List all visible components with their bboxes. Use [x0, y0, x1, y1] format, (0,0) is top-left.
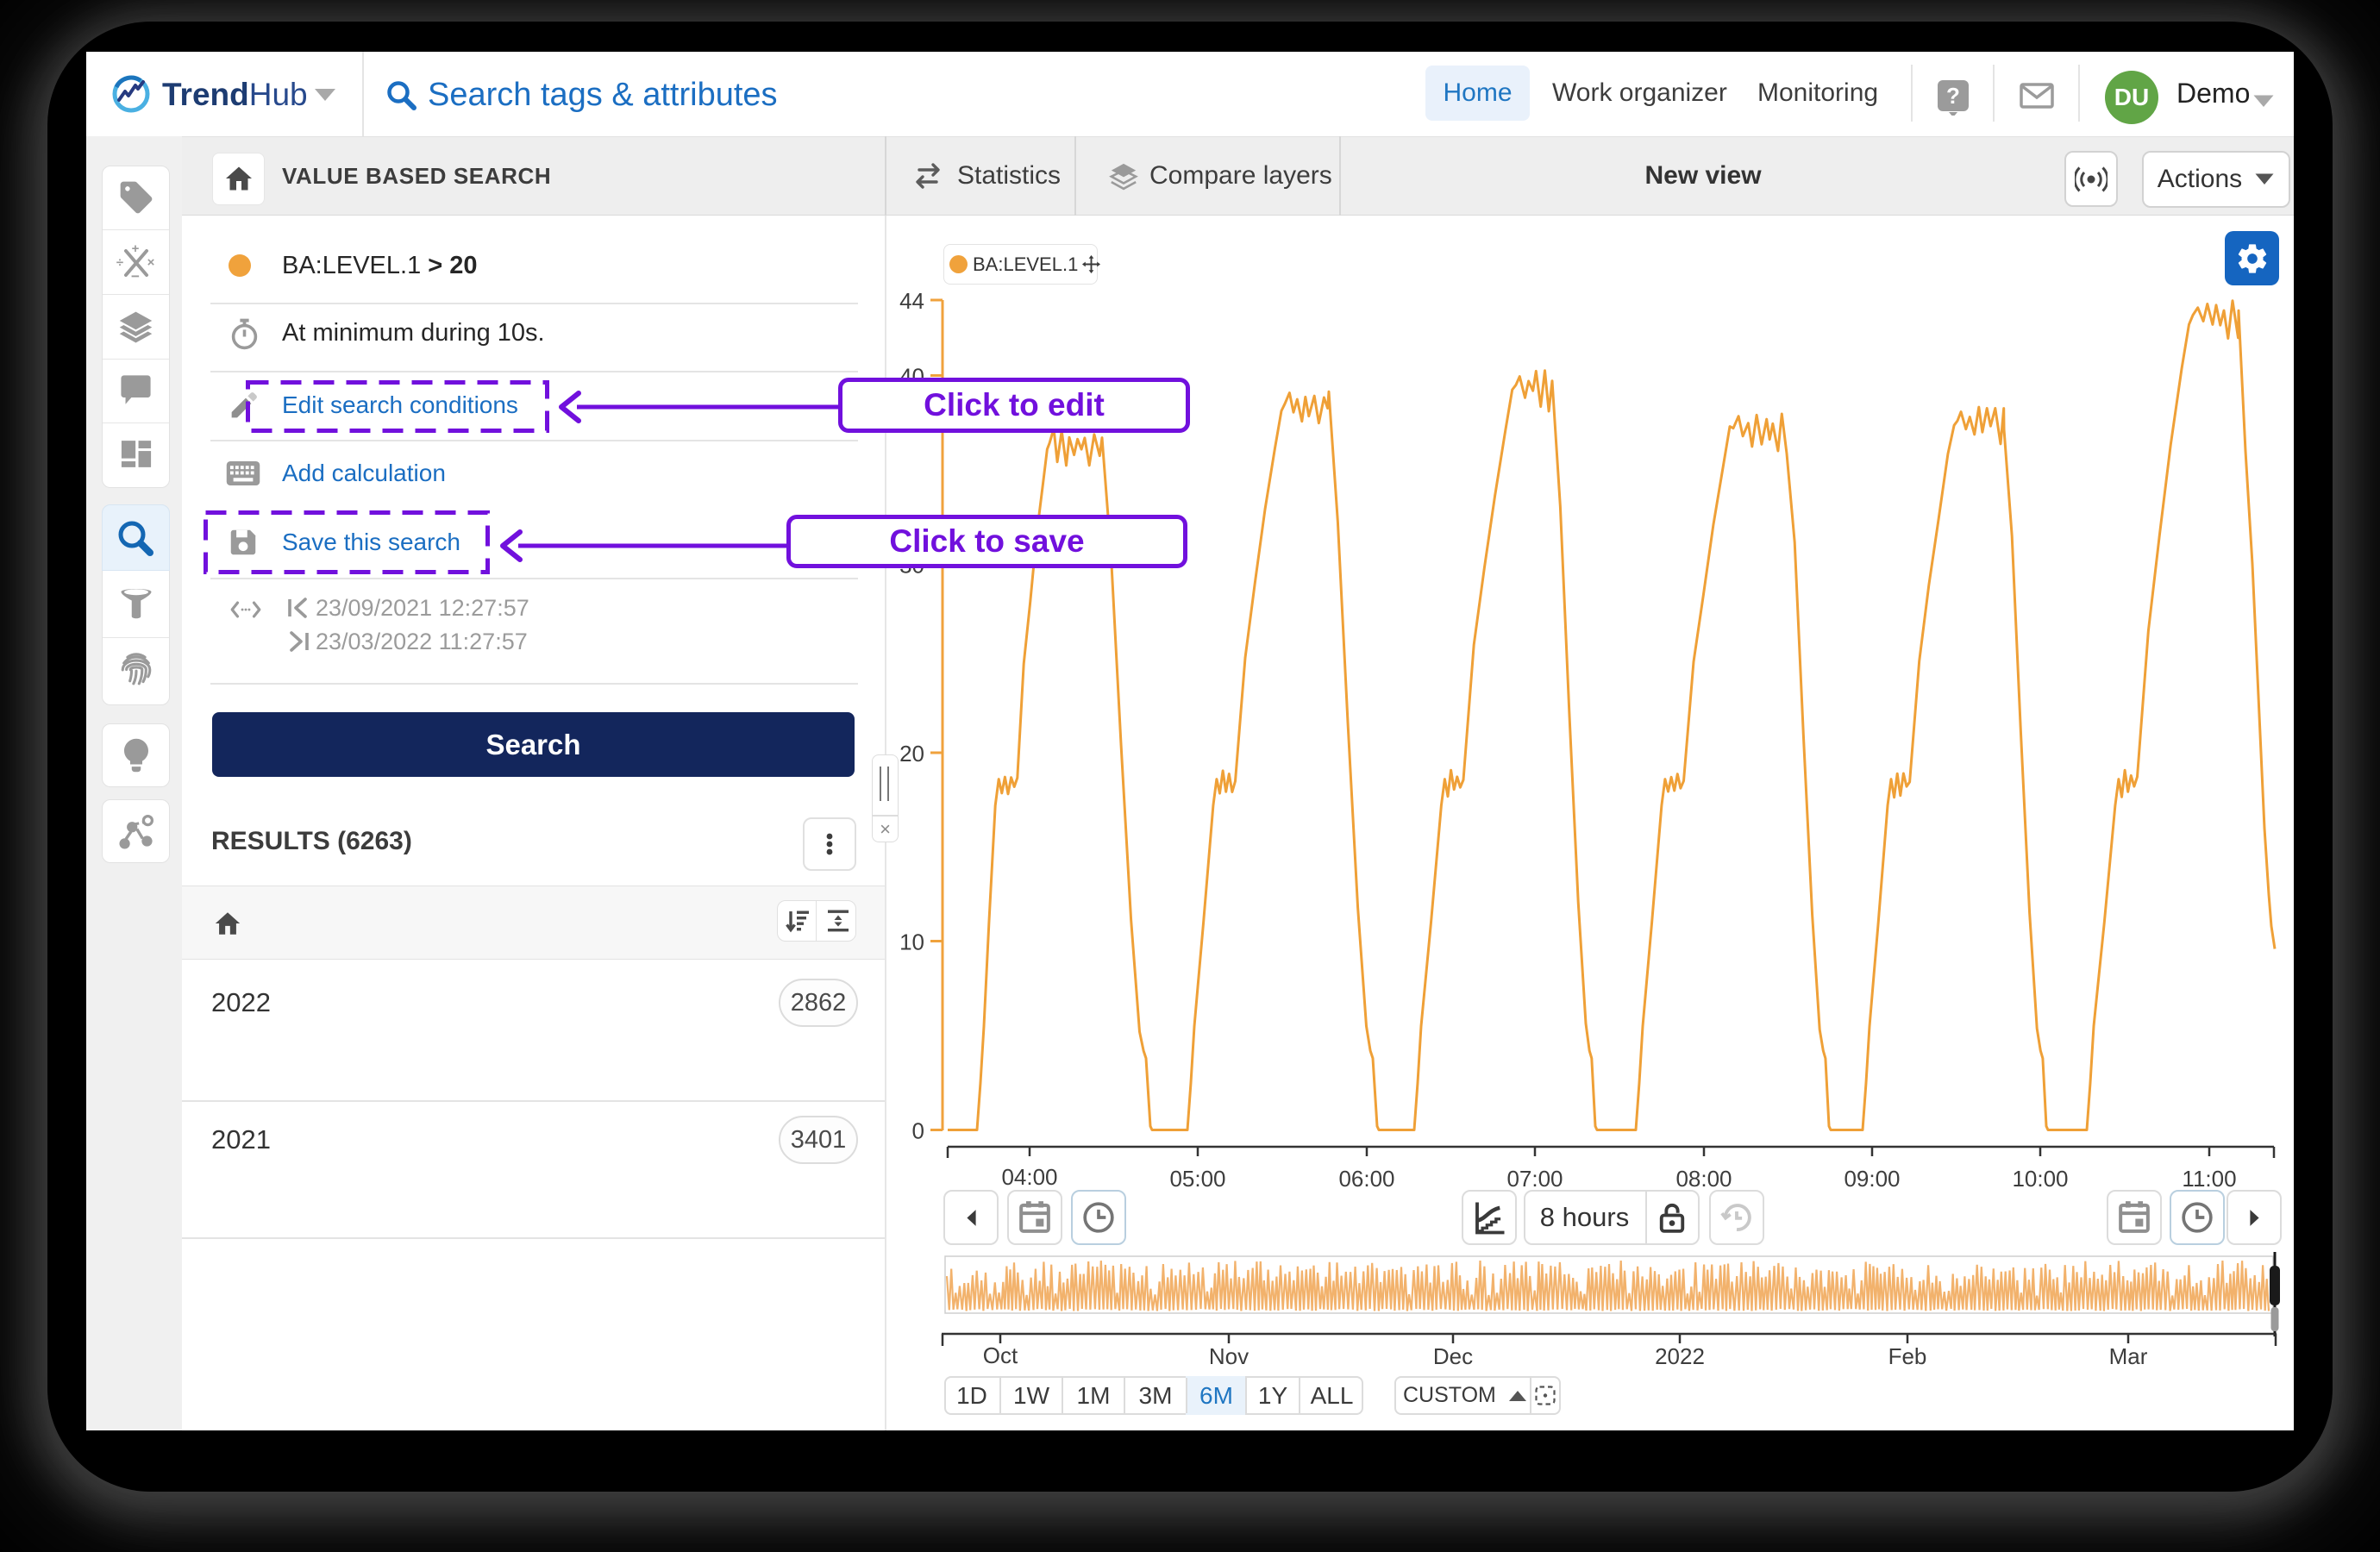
svg-text:?: ? — [1946, 83, 1960, 109]
svg-text:Dec: Dec — [1433, 1343, 1473, 1369]
svg-text:07:00: 07:00 — [1506, 1166, 1563, 1192]
svg-text:09:00: 09:00 — [1844, 1166, 1900, 1192]
svg-text:44: 44 — [899, 288, 924, 314]
svg-text:0: 0 — [912, 1118, 924, 1144]
svg-text:Oct: Oct — [983, 1342, 1018, 1368]
svg-text:2022: 2022 — [1655, 1343, 1705, 1369]
svg-text:Nov: Nov — [1209, 1343, 1249, 1369]
svg-text:20: 20 — [899, 741, 924, 767]
svg-text:×: × — [147, 255, 155, 270]
svg-text:06:00: 06:00 — [1338, 1166, 1394, 1192]
svg-text:10: 10 — [899, 929, 924, 955]
svg-text:05:00: 05:00 — [1169, 1166, 1225, 1192]
svg-text:11:00: 11:00 — [2182, 1166, 2236, 1192]
svg-text:08:00: 08:00 — [1675, 1166, 1732, 1192]
svg-text:−: − — [131, 268, 140, 282]
svg-text:Mar: Mar — [2109, 1343, 2148, 1369]
svg-text:+: + — [132, 242, 140, 256]
svg-text:10:00: 10:00 — [2012, 1166, 2068, 1192]
svg-text:04:00: 04:00 — [1001, 1164, 1057, 1190]
svg-text:÷: ÷ — [116, 255, 123, 270]
svg-text:Feb: Feb — [1888, 1343, 1927, 1369]
